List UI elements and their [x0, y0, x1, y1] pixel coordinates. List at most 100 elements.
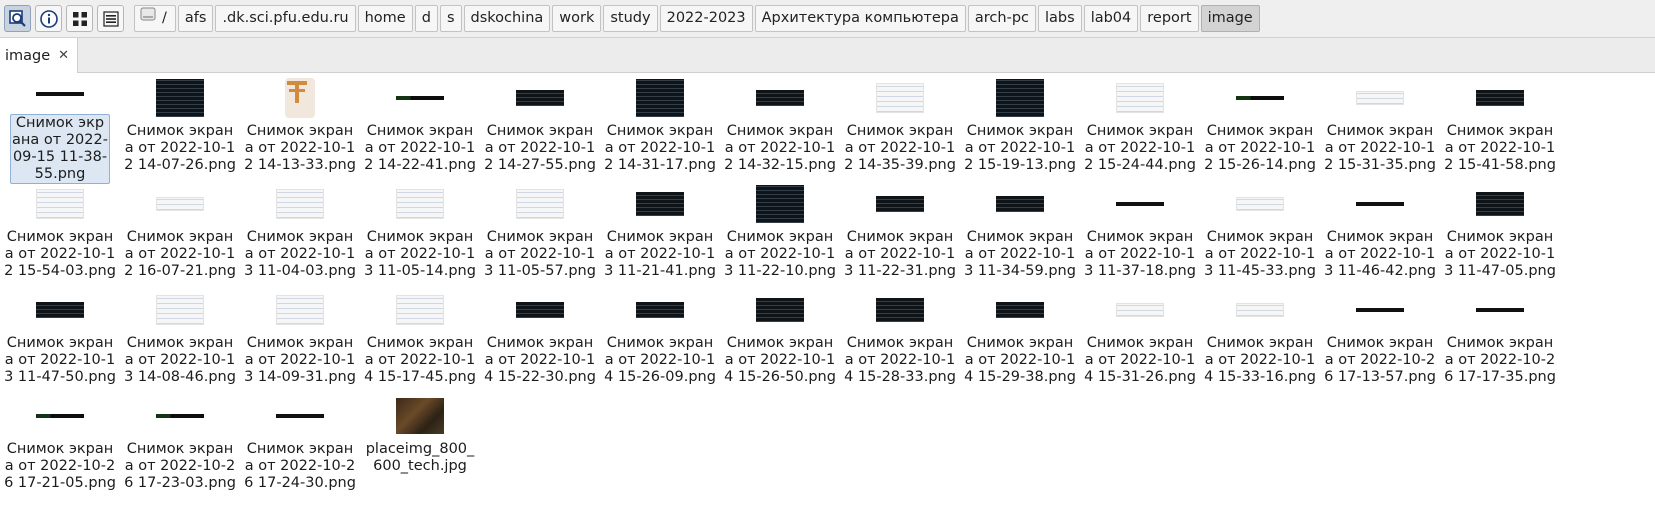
image-thumbnail: [876, 83, 924, 113]
thumbnail-frame: [1320, 290, 1440, 330]
file-item[interactable]: Снимок экрана от 2022-10-12 14-31-17.png: [600, 78, 720, 184]
image-thumbnail: [636, 192, 684, 216]
file-name: Снимок экрана от 2022-10-13 11-04-03.png: [244, 229, 356, 279]
file-item[interactable]: Снимок экрана от 2022-10-13 11-45-33.png: [1200, 184, 1320, 290]
file-item[interactable]: Снимок экрана от 2022-10-14 15-17-45.png: [360, 290, 480, 396]
breadcrumb-label: lab04: [1090, 10, 1132, 26]
breadcrumb-label: labs: [1045, 10, 1075, 26]
icon-view-button[interactable]: [66, 5, 93, 32]
image-thumbnail: [1476, 308, 1524, 312]
file-item[interactable]: Снимок экрана от 2022-10-13 14-09-31.png: [240, 290, 360, 396]
thumbnail-frame: [840, 78, 960, 118]
file-name: Снимок экрана от 2022-10-14 15-33-16.png: [1204, 335, 1316, 385]
tab-image[interactable]: image ✕: [0, 38, 78, 73]
image-thumbnail: [36, 414, 84, 418]
file-item[interactable]: Снимок экрана от 2022-10-13 11-21-41.png: [600, 184, 720, 290]
thumbnail-frame: [1200, 290, 1320, 330]
breadcrumb-label: work: [559, 10, 595, 26]
file-item[interactable]: Снимок экрана от 2022-10-12 14-13-33.png: [240, 78, 360, 184]
file-name: Снимок экрана от 2022-10-12 14-13-33.png: [244, 123, 356, 173]
file-item[interactable]: Снимок экрана от 2022-10-12 16-07-21.png: [120, 184, 240, 290]
file-item[interactable]: Снимок экрана от 2022-10-12 15-31-35.png: [1320, 78, 1440, 184]
breadcrumb-item[interactable]: work: [552, 5, 602, 32]
image-thumbnail: [156, 295, 204, 325]
breadcrumb-item[interactable]: Архитектура компьютера: [754, 5, 966, 32]
file-item[interactable]: Снимок экрана от 2022-10-26 17-23-03.png: [120, 396, 240, 502]
file-item[interactable]: Снимок экрана от 2022-10-14 15-26-50.png: [720, 290, 840, 396]
file-item[interactable]: Снимок экрана от 2022-10-13 14-08-46.png: [120, 290, 240, 396]
file-item[interactable]: Снимок экрана от 2022-10-14 15-31-26.png: [1080, 290, 1200, 396]
file-item[interactable]: Снимок экрана от 2022-10-14 15-29-38.png: [960, 290, 1080, 396]
file-item[interactable]: Снимок экрана от 2022-10-12 15-19-13.png: [960, 78, 1080, 184]
file-item[interactable]: Снимок экрана от 2022-10-13 11-05-57.png: [480, 184, 600, 290]
thumbnail-frame: [1320, 184, 1440, 224]
file-item[interactable]: Снимок экрана от 2022-10-14 15-26-09.png: [600, 290, 720, 396]
breadcrumb-item[interactable]: 2022-2023: [659, 5, 753, 32]
image-thumbnail: [36, 91, 84, 96]
image-thumbnail: [996, 196, 1044, 212]
info-button[interactable]: [35, 5, 62, 32]
file-item[interactable]: Снимок экрана от 2022-10-13 11-47-05.png: [1440, 184, 1560, 290]
breadcrumb-item[interactable]: home: [357, 5, 413, 32]
file-item[interactable]: Снимок экрана от 2022-10-13 11-46-42.png: [1320, 184, 1440, 290]
file-name: Снимок экрана от 2022-10-13 11-21-41.png: [604, 229, 716, 279]
image-thumbnail: [156, 79, 204, 117]
file-item[interactable]: Снимок экрана от 2022-10-12 14-27-55.png: [480, 78, 600, 184]
thumbnail-frame: [600, 78, 720, 118]
thumbnail-frame: [480, 184, 600, 224]
thumbnail-frame: [720, 78, 840, 118]
file-item[interactable]: Снимок экрана от 2022-10-26 17-17-35.png: [1440, 290, 1560, 396]
file-item[interactable]: Снимок экрана от 2022-10-13 11-22-31.png: [840, 184, 960, 290]
file-item[interactable]: Снимок экрана от 2022-10-12 14-32-15.png: [720, 78, 840, 184]
breadcrumb-item[interactable]: report: [1140, 5, 1199, 32]
thumbnail-frame: [1440, 290, 1560, 330]
breadcrumb-label: study: [610, 10, 651, 26]
breadcrumb-item[interactable]: dskochina: [463, 5, 551, 32]
thumbnail-frame: [0, 184, 120, 224]
breadcrumb-item[interactable]: study: [603, 5, 658, 32]
breadcrumb-item[interactable]: image: [1200, 5, 1260, 32]
file-item[interactable]: Снимок экрана от 2022-10-13 11-05-14.png: [360, 184, 480, 290]
file-item[interactable]: Снимок экрана от 2022-10-13 11-34-59.png: [960, 184, 1080, 290]
file-item[interactable]: Снимок экрана от 2022-10-12 15-54-03.png: [0, 184, 120, 290]
breadcrumb-root[interactable]: /: [134, 5, 176, 32]
thumbnail-frame: [1320, 78, 1440, 118]
image-thumbnail: [636, 302, 684, 318]
breadcrumb-item[interactable]: labs: [1038, 5, 1082, 32]
file-item[interactable]: Снимок экрана от 2022-10-14 15-28-33.png: [840, 290, 960, 396]
file-item[interactable]: Снимок экрана от 2022-10-13 11-47-50.png: [0, 290, 120, 396]
close-icon[interactable]: ✕: [58, 48, 69, 63]
breadcrumb-label: 2022-2023: [666, 10, 746, 26]
file-item[interactable]: Снимок экрана от 2022-10-14 15-22-30.png: [480, 290, 600, 396]
breadcrumb-item[interactable]: .dk.sci.pfu.edu.ru: [215, 5, 356, 32]
list-view-button[interactable]: [97, 5, 124, 32]
file-item[interactable]: Снимок экрана от 2022-10-13 11-22-10.png: [720, 184, 840, 290]
breadcrumb-item[interactable]: lab04: [1083, 5, 1139, 32]
file-item[interactable]: Снимок экрана от 2022-10-26 17-13-57.png: [1320, 290, 1440, 396]
file-item[interactable]: Снимок экрана от 2022-10-13 11-37-18.png: [1080, 184, 1200, 290]
thumbnail-frame: [600, 184, 720, 224]
file-item[interactable]: Снимок экрана от 2022-10-12 15-26-14.png: [1200, 78, 1320, 184]
thumbnail-frame: [960, 290, 1080, 330]
file-item[interactable]: Снимок экрана от 2022-10-12 14-35-39.png: [840, 78, 960, 184]
file-item[interactable]: placeimg_800_600_tech.jpg: [360, 396, 480, 502]
breadcrumb-item[interactable]: s: [439, 5, 462, 32]
search-location-icon: [8, 9, 28, 29]
file-item[interactable]: Снимок экрана от 2022-10-12 14-07-26.png: [120, 78, 240, 184]
file-name: Снимок экрана от 2022-10-26 17-24-30.png: [244, 441, 356, 491]
breadcrumb-item[interactable]: d: [414, 5, 438, 32]
file-name: Снимок экрана от 2022-10-26 17-17-35.png: [1444, 335, 1556, 385]
file-item[interactable]: Снимок экрана от 2022-09-15 11-38-55.png: [0, 78, 120, 184]
file-item[interactable]: Снимок экрана от 2022-10-13 11-04-03.png: [240, 184, 360, 290]
file-item[interactable]: Снимок экрана от 2022-10-26 17-24-30.png: [240, 396, 360, 502]
file-item[interactable]: Снимок экрана от 2022-10-12 15-41-58.png: [1440, 78, 1560, 184]
thumbnail-frame: [960, 78, 1080, 118]
breadcrumb-item[interactable]: arch-pc: [967, 5, 1036, 32]
breadcrumb-item[interactable]: afs: [177, 5, 214, 32]
file-item[interactable]: Снимок экрана от 2022-10-26 17-21-05.png: [0, 396, 120, 502]
file-item[interactable]: Снимок экрана от 2022-10-14 15-33-16.png: [1200, 290, 1320, 396]
file-item[interactable]: Снимок экрана от 2022-10-12 15-24-44.png: [1080, 78, 1200, 184]
file-item[interactable]: Снимок экрана от 2022-10-12 14-22-41.png: [360, 78, 480, 184]
search-location-button[interactable]: [4, 5, 31, 32]
tab-label: image: [5, 47, 51, 64]
